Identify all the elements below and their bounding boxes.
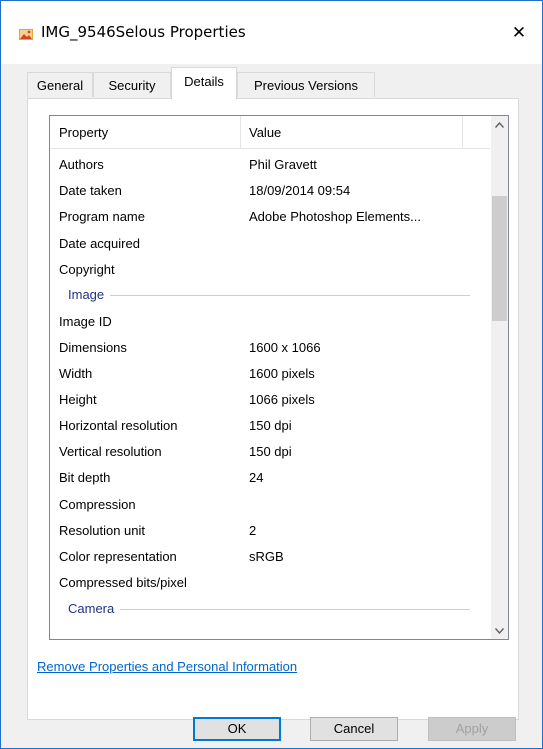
property-value: 1600 pixels <box>249 366 315 381</box>
property-name: Height <box>59 392 97 407</box>
property-value: Adobe Photoshop Elements... <box>249 209 422 224</box>
ok-button[interactable]: OK <box>193 717 281 741</box>
property-name: Dimensions <box>59 340 127 355</box>
group-header-camera[interactable]: Camera <box>50 597 490 621</box>
details-list[interactable]: Property Value Authors Phil Gravett Date… <box>49 115 509 640</box>
table-row[interactable]: Bit depth 24 <box>50 465 490 491</box>
property-value: 2 <box>249 523 257 538</box>
list-header: Property Value <box>50 116 490 149</box>
tab-details[interactable]: Details <box>171 67 237 100</box>
chevron-up-icon <box>495 121 504 128</box>
table-row[interactable]: Height 1066 pixels <box>50 387 490 413</box>
table-row[interactable]: Horizontal resolution 150 dpi <box>50 413 490 439</box>
table-row[interactable]: Authors Phil Gravett <box>50 152 490 178</box>
table-row[interactable]: Copyright <box>50 257 490 283</box>
table-row[interactable]: Compressed bits/pixel <box>50 570 490 596</box>
property-value: 1600 x 1066 <box>249 340 321 355</box>
property-name: Compression <box>59 497 136 512</box>
property-name: Image ID <box>59 314 112 329</box>
property-name: Compressed bits/pixel <box>59 575 187 590</box>
image-file-icon <box>18 26 34 42</box>
property-value: 24 <box>249 470 264 485</box>
group-title: Camera <box>68 601 121 616</box>
property-value: 1066 pixels <box>249 392 315 407</box>
table-row[interactable]: Compression <box>50 492 490 518</box>
table-row[interactable]: Vertical resolution 150 dpi <box>50 439 490 465</box>
table-row[interactable]: Width 1600 pixels <box>50 361 490 387</box>
property-name: Date taken <box>59 183 122 198</box>
property-name: Authors <box>59 157 104 172</box>
table-row[interactable]: Color representation sRGB <box>50 544 490 570</box>
properties-dialog: IMG_9546Selous Properties ✕ General Secu… <box>0 0 543 749</box>
scroll-up-button[interactable] <box>491 116 508 133</box>
property-name: Vertical resolution <box>59 444 162 459</box>
details-panel: Property Value Authors Phil Gravett Date… <box>27 98 519 720</box>
property-name: Horizontal resolution <box>59 418 178 433</box>
window-title: IMG_9546Selous Properties <box>41 23 246 41</box>
table-row[interactable]: Program name Adobe Photoshop Elements... <box>50 204 490 230</box>
title-bar: IMG_9546Selous Properties ✕ <box>1 1 542 64</box>
chevron-down-icon <box>495 627 504 634</box>
property-name: Date acquired <box>59 236 140 251</box>
vertical-scrollbar[interactable] <box>491 116 508 639</box>
table-row[interactable]: Dimensions 1600 x 1066 <box>50 335 490 361</box>
property-value: 18/09/2014 09:54 <box>249 183 351 198</box>
column-divider[interactable] <box>240 116 241 148</box>
property-name: Width <box>59 366 93 381</box>
property-value: sRGB <box>249 549 284 564</box>
group-title: Image <box>68 287 111 302</box>
apply-button[interactable]: Apply <box>428 717 516 741</box>
property-value: Phil Gravett <box>249 157 317 172</box>
column-header-value[interactable]: Value <box>249 125 281 140</box>
property-name: Color representation <box>59 549 177 564</box>
remove-properties-link[interactable]: Remove Properties and Personal Informati… <box>37 659 297 674</box>
property-value: 150 dpi <box>249 444 292 459</box>
scroll-thumb[interactable] <box>492 196 507 321</box>
scroll-down-button[interactable] <box>491 622 508 639</box>
cancel-button[interactable]: Cancel <box>310 717 398 741</box>
table-row[interactable]: Image ID <box>50 309 490 335</box>
table-row[interactable]: Date acquired <box>50 231 490 257</box>
table-row[interactable]: Resolution unit 2 <box>50 518 490 544</box>
property-name: Bit depth <box>59 470 111 485</box>
column-header-property[interactable]: Property <box>59 125 108 140</box>
group-divider <box>68 609 470 610</box>
close-button[interactable]: ✕ <box>496 13 542 53</box>
property-value: 150 dpi <box>249 418 292 433</box>
table-row[interactable]: Date taken 18/09/2014 09:54 <box>50 178 490 204</box>
property-name: Copyright <box>59 262 115 277</box>
tab-previous-versions[interactable]: Previous Versions <box>237 72 375 97</box>
tab-strip: General Security Details Previous Versio… <box>27 67 527 100</box>
group-header-image[interactable]: Image <box>50 283 490 307</box>
group-divider <box>68 295 470 296</box>
property-name: Resolution unit <box>59 523 145 538</box>
tab-general[interactable]: General <box>27 72 93 97</box>
property-name: Program name <box>59 209 145 224</box>
tab-security[interactable]: Security <box>93 72 171 97</box>
column-divider[interactable] <box>462 116 463 148</box>
close-icon: ✕ <box>511 23 527 43</box>
